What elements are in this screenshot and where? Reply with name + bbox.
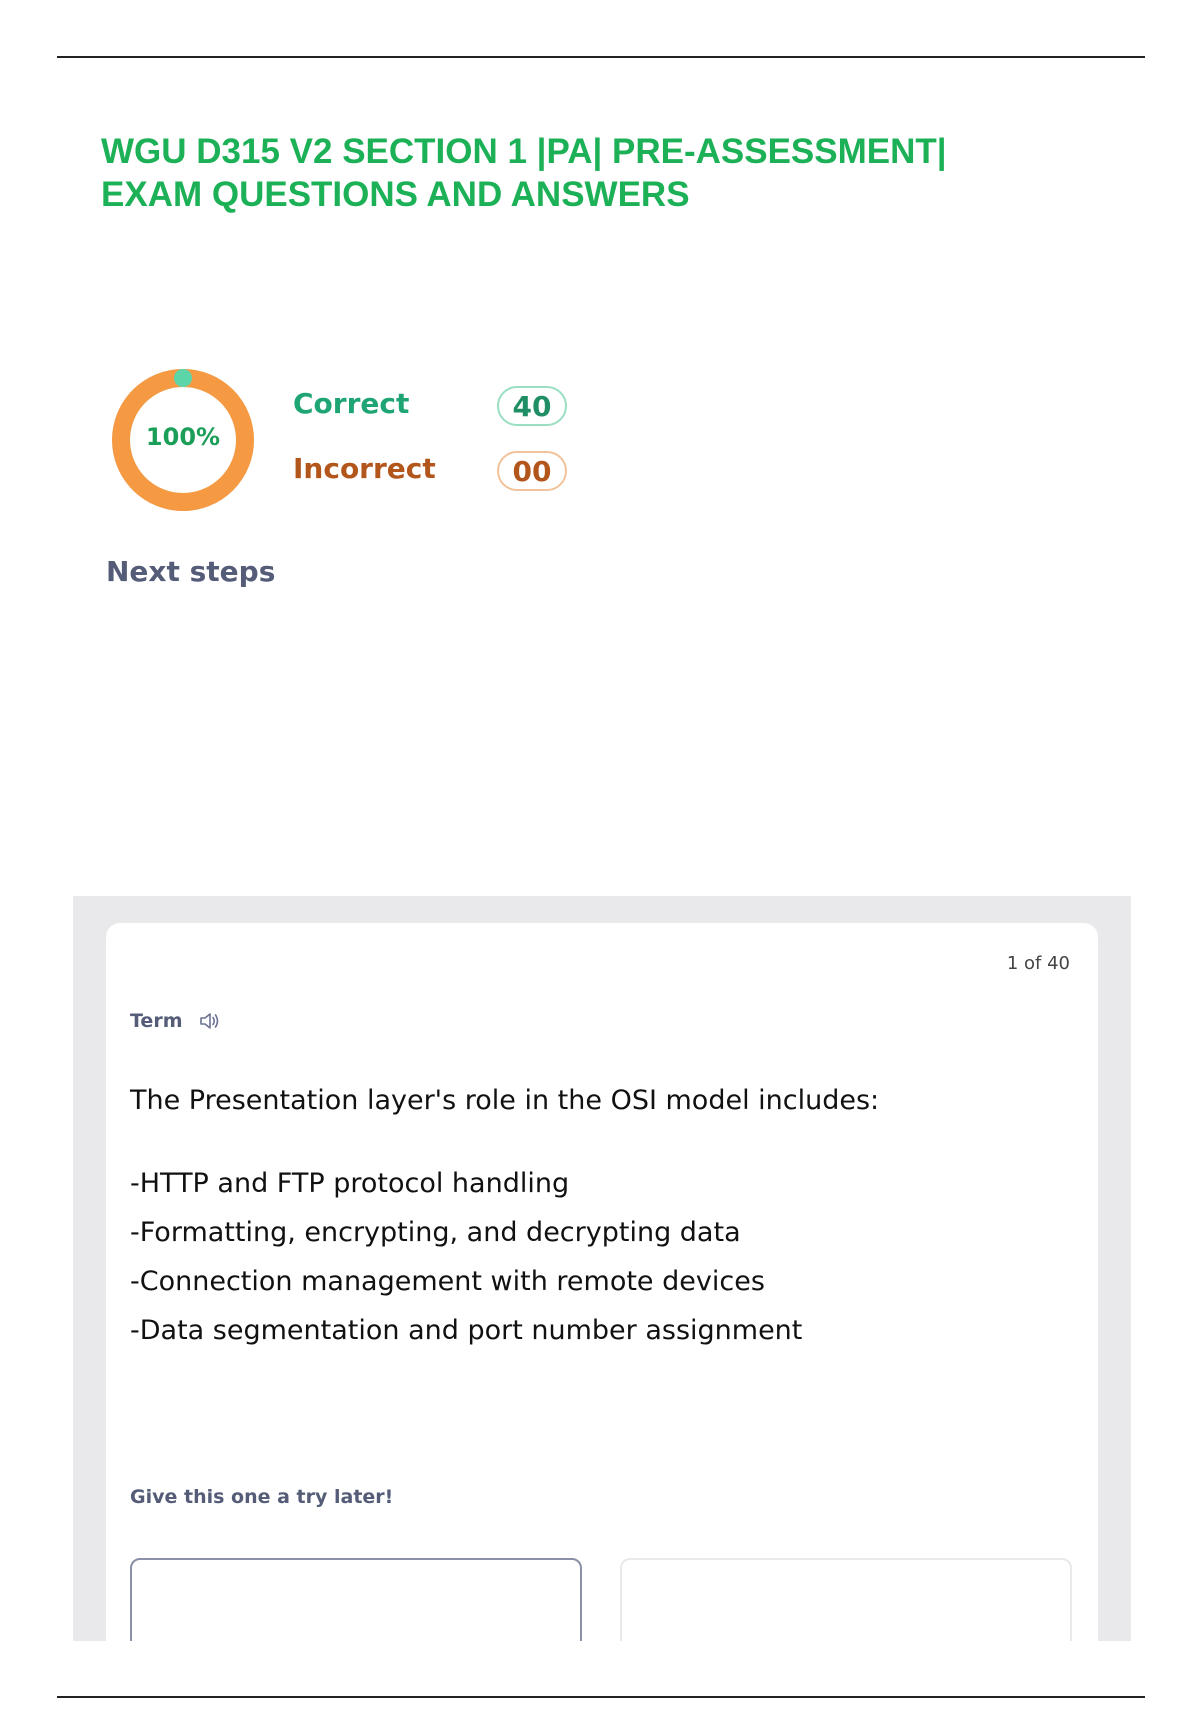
document-title-line-2: EXAM QUESTIONS AND ANSWERS: [101, 175, 690, 214]
question-text: The Presentation layer's role in the OSI…: [130, 1085, 1070, 1362]
next-steps-heading: Next steps: [106, 555, 276, 588]
question-stem: The Presentation layer's role in the OSI…: [130, 1085, 880, 1116]
top-rule: [57, 56, 1145, 58]
speaker-icon[interactable]: [198, 1010, 222, 1032]
correct-label: Correct: [293, 387, 410, 420]
question-option: -HTTP and FTP protocol handling: [130, 1168, 570, 1199]
bottom-rule: [57, 1696, 1145, 1698]
term-label: Term: [130, 1010, 183, 1032]
document-title: WGU D315 V2 SECTION 1 |PA| PRE-ASSESSMEN…: [101, 130, 1061, 216]
page-bottom-margin: [73, 1641, 1131, 1695]
incorrect-label: Incorrect: [293, 452, 436, 485]
card-counter: 1 of 40: [1006, 953, 1070, 974]
incorrect-count-badge: 00: [497, 451, 567, 491]
score-ring-marker: [174, 369, 192, 387]
question-option: -Formatting, encrypting, and decrypting …: [130, 1217, 741, 1248]
try-later-label: Give this one a try later!: [130, 1486, 394, 1508]
correct-count-badge: 40: [497, 386, 567, 426]
question-option: -Connection management with remote devic…: [130, 1266, 765, 1297]
document-title-line-1: WGU D315 V2 SECTION 1 |PA| PRE-ASSESSMEN…: [101, 132, 947, 171]
score-percent: 100%: [145, 423, 221, 451]
question-option: -Data segmentation and port number assig…: [130, 1315, 803, 1346]
